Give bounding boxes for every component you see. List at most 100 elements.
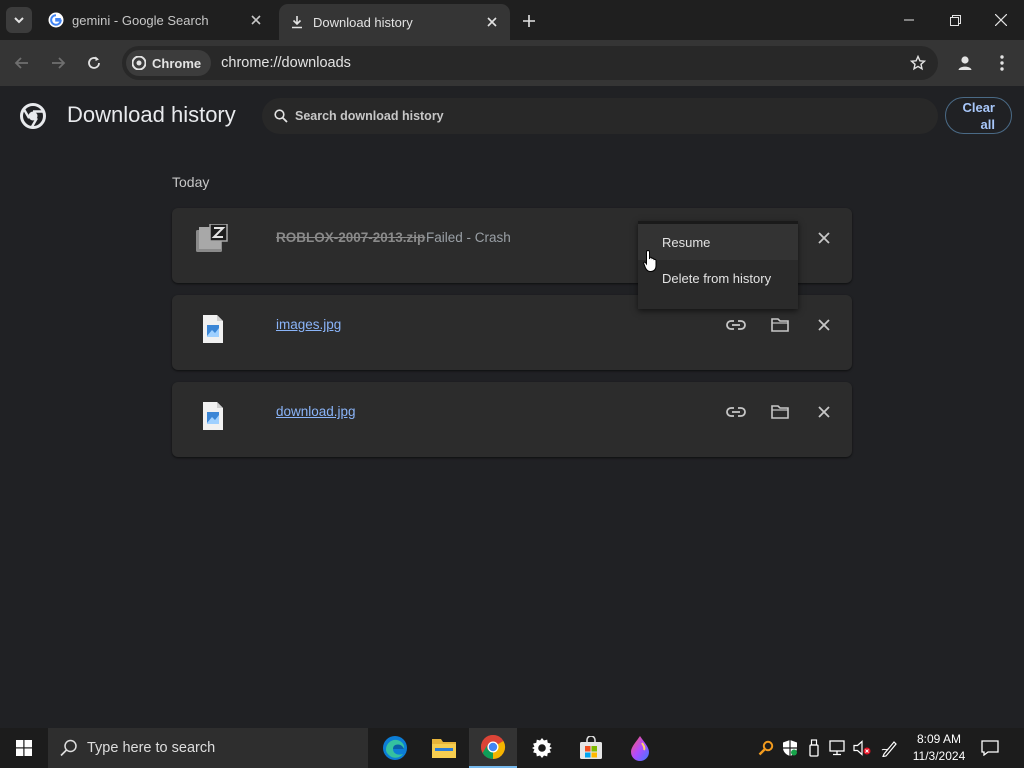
taskbar-app-settings[interactable] bbox=[518, 728, 566, 768]
taskbar-app-chrome[interactable] bbox=[469, 728, 517, 768]
edge-icon bbox=[383, 736, 407, 760]
windows-logo-icon bbox=[16, 740, 32, 756]
site-info-chip[interactable]: Chrome bbox=[126, 50, 212, 76]
file-explorer-icon bbox=[432, 739, 456, 758]
taskbar-search-box[interactable]: Type here to search bbox=[48, 728, 368, 768]
copy-link-button[interactable] bbox=[724, 400, 748, 424]
start-button[interactable] bbox=[0, 728, 48, 768]
minimize-icon bbox=[904, 19, 914, 21]
hand-cursor-icon bbox=[643, 249, 657, 272]
tray-pen-icon[interactable] bbox=[881, 738, 899, 758]
page-title: Download history bbox=[67, 102, 236, 127]
close-icon bbox=[818, 319, 830, 331]
show-in-folder-button[interactable] bbox=[768, 400, 792, 424]
reload-icon bbox=[88, 56, 100, 69]
settings-icon bbox=[532, 738, 552, 758]
taskbar-app-paint[interactable] bbox=[616, 728, 664, 768]
tray-security-icon[interactable] bbox=[781, 738, 799, 758]
more-vert-icon bbox=[1000, 55, 1004, 71]
tray-network-icon[interactable] bbox=[829, 738, 847, 758]
microsoft-store-icon bbox=[580, 736, 602, 759]
arrow-right-icon bbox=[52, 57, 66, 69]
clear-all-label-line1: Clear bbox=[962, 100, 995, 115]
remove-item-button[interactable] bbox=[812, 400, 836, 424]
close-tab-icon[interactable] bbox=[248, 12, 264, 28]
tab-gemini-search[interactable]: gemini - Google Search bbox=[38, 4, 274, 36]
search-input[interactable] bbox=[295, 109, 855, 123]
tray-usb-icon[interactable] bbox=[805, 738, 823, 758]
search-icon bbox=[274, 109, 288, 123]
file-name-link[interactable]: download.jpg bbox=[276, 404, 356, 419]
downloads-page: Download history Clear all Today ROBLOX-… bbox=[0, 86, 1024, 728]
tray-search-icon[interactable] bbox=[757, 738, 775, 758]
notification-icon bbox=[981, 740, 999, 756]
chrome-logo-icon bbox=[20, 103, 46, 129]
new-tab-button[interactable] bbox=[518, 10, 540, 32]
plus-icon bbox=[523, 15, 535, 27]
zip-file-icon bbox=[196, 224, 228, 252]
chip-label: Chrome bbox=[152, 55, 202, 71]
chrome-icon bbox=[481, 735, 506, 759]
notification-center-button[interactable] bbox=[978, 737, 1002, 759]
restore-button[interactable] bbox=[932, 0, 978, 40]
image-file-icon bbox=[203, 315, 223, 343]
tab-title: Download history bbox=[313, 14, 413, 30]
file-name-link[interactable]: ROBLOX-2007-2013.zip bbox=[276, 230, 425, 245]
search-icon bbox=[60, 739, 77, 757]
url-text[interactable]: chrome://downloads bbox=[221, 55, 351, 71]
clock-date: 11/3/2024 bbox=[912, 749, 966, 763]
download-icon bbox=[289, 14, 305, 30]
taskbar-app-file-explorer[interactable] bbox=[420, 728, 468, 768]
back-button[interactable] bbox=[9, 50, 35, 76]
clear-all-label-line2: all bbox=[980, 117, 995, 132]
tab-strip: gemini - Google Search Download history bbox=[0, 0, 1024, 40]
folder-icon bbox=[771, 405, 789, 419]
tab-download-history[interactable]: Download history bbox=[279, 4, 510, 40]
menu-item-resume[interactable]: Resume bbox=[638, 224, 798, 260]
close-icon bbox=[818, 232, 830, 244]
close-window-button[interactable] bbox=[978, 0, 1024, 40]
reload-button[interactable] bbox=[81, 50, 107, 76]
remove-item-button[interactable] bbox=[812, 313, 836, 337]
system-clock[interactable]: 8:09 AM 11/3/2024 bbox=[904, 731, 974, 765]
chevron-down-icon bbox=[14, 17, 24, 24]
taskbar-app-store[interactable] bbox=[567, 728, 615, 768]
close-icon bbox=[818, 406, 830, 418]
minimize-button[interactable] bbox=[886, 0, 932, 40]
tab-title: gemini - Google Search bbox=[72, 12, 209, 28]
taskbar-search-placeholder: Type here to search bbox=[87, 740, 216, 756]
download-item: download.jpg bbox=[172, 382, 852, 457]
tray-volume-muted-icon[interactable] bbox=[853, 738, 871, 758]
file-name-link[interactable]: images.jpg bbox=[276, 317, 341, 332]
image-file-icon bbox=[203, 402, 223, 430]
date-section-header: Today bbox=[172, 174, 210, 190]
profile-button[interactable] bbox=[952, 50, 978, 76]
show-in-folder-button[interactable] bbox=[768, 313, 792, 337]
address-bar[interactable]: Chrome chrome://downloads bbox=[122, 46, 938, 80]
google-g-icon bbox=[48, 12, 64, 28]
paint-icon bbox=[631, 736, 649, 761]
tab-search-button[interactable] bbox=[6, 7, 32, 33]
link-icon bbox=[726, 320, 746, 330]
chrome-icon bbox=[132, 56, 146, 70]
close-icon bbox=[995, 14, 1007, 26]
menu-button[interactable] bbox=[989, 50, 1015, 76]
arrow-left-icon bbox=[14, 57, 28, 69]
bookmark-star-icon[interactable] bbox=[910, 55, 926, 71]
profile-icon bbox=[958, 56, 972, 70]
browser-toolbar: Chrome chrome://downloads bbox=[0, 40, 1024, 86]
link-icon bbox=[726, 407, 746, 417]
forward-button[interactable] bbox=[45, 50, 71, 76]
clock-time: 8:09 AM bbox=[916, 732, 962, 746]
close-tab-icon[interactable] bbox=[484, 14, 500, 30]
search-downloads-field[interactable] bbox=[262, 98, 938, 134]
folder-icon bbox=[771, 318, 789, 332]
windows-taskbar: Type here to search 8:09 AM 11/3/2024 bbox=[0, 728, 1024, 768]
copy-link-button[interactable] bbox=[724, 313, 748, 337]
menu-item-delete-from-history[interactable]: Delete from history bbox=[638, 260, 798, 296]
download-context-menu: Resume Delete from history bbox=[638, 221, 798, 309]
clear-all-button[interactable]: Clear all bbox=[945, 97, 1012, 134]
remove-item-button[interactable] bbox=[812, 226, 836, 250]
restore-icon bbox=[949, 14, 961, 26]
taskbar-app-edge[interactable] bbox=[371, 728, 419, 768]
